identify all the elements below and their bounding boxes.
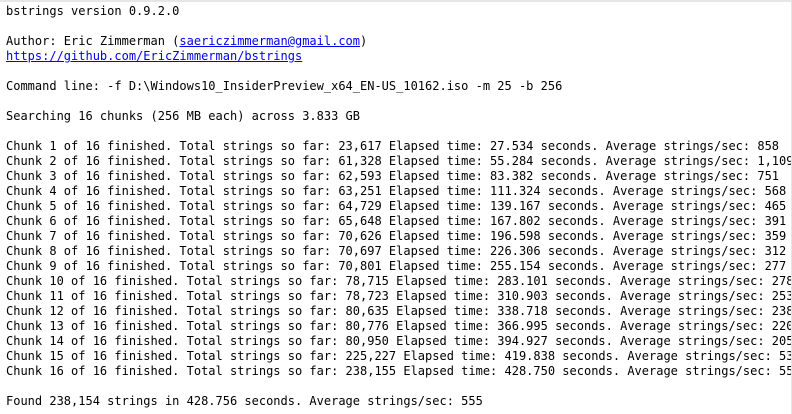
- console-output: bstrings version 0.9.2.0 Author: Eric Zi…: [0, 0, 792, 414]
- version-line: bstrings version 0.9.2.0: [6, 4, 180, 18]
- chunk-line: Chunk 3 of 16 finished. Total strings so…: [6, 169, 780, 183]
- github-line: https://github.com/EricZimmerman/bstring…: [6, 49, 792, 64]
- chunk-line: Chunk 4 of 16 finished. Total strings so…: [6, 184, 787, 198]
- github-link[interactable]: https://github.com/EricZimmerman/bstring…: [6, 49, 302, 63]
- chunk-line: Chunk 5 of 16 finished. Total strings so…: [6, 199, 787, 213]
- chunk-line: Chunk 7 of 16 finished. Total strings so…: [6, 229, 787, 243]
- author-suffix: ): [360, 34, 368, 48]
- chunk-line: Chunk 16 of 16 finished. Total strings s…: [6, 364, 792, 378]
- author-email-link[interactable]: saericzimmerman@gmail.com: [179, 34, 360, 48]
- chunk-line: Chunk 6 of 16 finished. Total strings so…: [6, 214, 787, 228]
- author-prefix: Author: Eric Zimmerman (: [6, 34, 180, 48]
- chunk-line: Chunk 2 of 16 finished. Total strings so…: [6, 154, 792, 168]
- chunk-line: Chunk 15 of 16 finished. Total strings s…: [6, 349, 792, 363]
- chunk-line: Chunk 11 of 16 finished. Total strings s…: [6, 289, 792, 303]
- chunk-line: Chunk 13 of 16 finished. Total strings s…: [6, 319, 792, 333]
- chunk-line: Chunk 10 of 16 finished. Total strings s…: [6, 274, 792, 288]
- chunk-line: Chunk 14 of 16 finished. Total strings s…: [6, 334, 792, 348]
- search-line: Searching 16 chunks (256 MB each) across…: [6, 109, 361, 123]
- author-line: Author: Eric Zimmerman (saericzimmerman@…: [6, 34, 792, 49]
- chunk-line: Chunk 12 of 16 finished. Total strings s…: [6, 304, 792, 318]
- chunk-line: Chunk 8 of 16 finished. Total strings so…: [6, 244, 787, 258]
- chunk-line: Chunk 9 of 16 finished. Total strings so…: [6, 259, 787, 273]
- top-border: [0, 0, 792, 2]
- command-line: Command line: -f D:\Windows10_InsiderPre…: [6, 79, 563, 93]
- summary-line: Found 238,154 strings in 428.756 seconds…: [6, 394, 483, 408]
- chunk-line: Chunk 1 of 16 finished. Total strings so…: [6, 139, 780, 153]
